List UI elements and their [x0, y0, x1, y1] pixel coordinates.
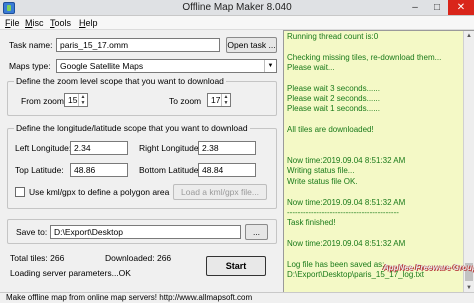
- maps-type-select[interactable]: Google Satellite Maps ▼: [56, 59, 277, 73]
- left-longitude-input[interactable]: 2.34: [70, 141, 128, 155]
- coordinates-group-title: Define the longitude/latitude scope that…: [14, 123, 250, 133]
- settings-panel: Task name: paris_15_17.omm Open task ...…: [0, 30, 283, 292]
- to-zoom-value: 17: [211, 95, 221, 105]
- open-task-button[interactable]: Open task ...: [226, 37, 277, 53]
- right-longitude-input[interactable]: 2.38: [198, 141, 256, 155]
- kml-checkbox[interactable]: [15, 187, 25, 197]
- total-tiles-text: Total tiles: 266: [10, 253, 65, 263]
- log-line: Please wait 2 seconds......: [287, 94, 380, 104]
- load-kml-button[interactable]: Load a kml/gpx file...: [173, 184, 267, 200]
- menu-tools[interactable]: Tools: [50, 17, 71, 29]
- maps-type-value: Google Satellite Maps: [60, 61, 144, 71]
- log-line: Now time:2019.09.04 8:51:32 AM: [287, 238, 406, 248]
- log-line: All tiles are downloaded!: [287, 125, 374, 135]
- top-latitude-input[interactable]: 48.86: [70, 163, 128, 177]
- maps-type-label: Maps type:: [9, 61, 51, 71]
- title-bar: Offline Map Maker 8.040 – □ ✕: [0, 0, 474, 16]
- log-line: Write status file OK.: [287, 176, 358, 186]
- browse-button[interactable]: ...: [245, 224, 268, 240]
- spinner-arrows-icon[interactable]: ▲ ▼: [221, 94, 230, 106]
- log-line: Checking missing tiles, re-download them…: [287, 52, 442, 62]
- to-zoom-spinner[interactable]: 17 ▲ ▼: [207, 93, 231, 107]
- log-line: Running thread count is:0: [287, 32, 379, 41]
- coordinates-group: Define the longitude/latitude scope that…: [7, 123, 277, 209]
- watermark-text: AppNee Freeware Group.: [383, 263, 474, 272]
- log-lines: Running thread count is:0 Checking missin…: [287, 32, 463, 301]
- log-line: Please wait 1 seconds......: [287, 104, 380, 114]
- close-button[interactable]: ✕: [448, 0, 474, 15]
- save-to-label: Save to:: [16, 227, 48, 237]
- start-button[interactable]: Start: [206, 256, 266, 276]
- save-group: Save to: D:\Export\Desktop ...: [7, 219, 277, 244]
- from-zoom-label: From zoom: [21, 96, 64, 106]
- log-line: Please wait...: [287, 63, 335, 73]
- bottom-latitude-label: Bottom Latitude:: [139, 165, 201, 175]
- log-line: ----------------------------------------…: [287, 207, 399, 217]
- save-path-input[interactable]: D:\Export\Desktop: [50, 225, 241, 239]
- log-line: Now time:2019.09.04 8:51:32 AM: [287, 197, 406, 207]
- menu-misc[interactable]: Misc: [25, 17, 44, 29]
- task-name-label: Task name:: [9, 40, 53, 50]
- log-line: Writing status file...: [287, 166, 355, 176]
- menu-bar: File Misc Tools Help: [0, 16, 474, 30]
- status-bar: Make offline map from online map servers…: [0, 292, 474, 303]
- log-line: Task finished!: [287, 218, 336, 228]
- menu-help[interactable]: Help: [79, 17, 98, 29]
- log-panel[interactable]: Running thread count is:0 Checking missin…: [283, 30, 474, 293]
- menu-file[interactable]: File: [5, 17, 20, 29]
- downloaded-text: Downloaded: 266: [105, 253, 172, 263]
- bottom-latitude-input[interactable]: 48.84: [198, 163, 256, 177]
- from-zoom-spinner[interactable]: 15 ▲ ▼: [64, 93, 88, 107]
- minimize-button[interactable]: –: [404, 0, 426, 15]
- from-zoom-value: 15: [68, 95, 78, 105]
- maximize-button[interactable]: □: [426, 0, 448, 15]
- scroll-up-icon[interactable]: ▲: [464, 31, 474, 41]
- zoom-group: Define the zoom level scope that you wan…: [7, 76, 277, 116]
- log-scrollbar[interactable]: ▲ ▼: [463, 31, 474, 293]
- left-longitude-label: Left Longitude:: [15, 143, 72, 153]
- window-title: Offline Map Maker 8.040: [182, 2, 292, 13]
- log-line: Now time:2019.09.04 8:51:32 AM: [287, 156, 406, 166]
- loading-status-text: Loading server parameters...OK: [10, 268, 131, 278]
- spinner-arrows-icon[interactable]: ▲ ▼: [78, 94, 87, 106]
- kml-checkbox-label: Use kml/gpx to define a polygon area: [29, 187, 170, 197]
- to-zoom-label: To zoom: [169, 96, 202, 106]
- chevron-down-icon: ▼: [264, 60, 276, 72]
- status-text: Make offline map from online map servers…: [6, 293, 253, 302]
- top-latitude-label: Top Latitude:: [15, 165, 64, 175]
- zoom-group-title: Define the zoom level scope that you wan…: [14, 76, 226, 86]
- right-longitude-label: Right Longitude:: [139, 143, 201, 153]
- log-line: Please wait 3 seconds......: [287, 83, 380, 93]
- task-name-input[interactable]: paris_15_17.omm: [56, 38, 220, 52]
